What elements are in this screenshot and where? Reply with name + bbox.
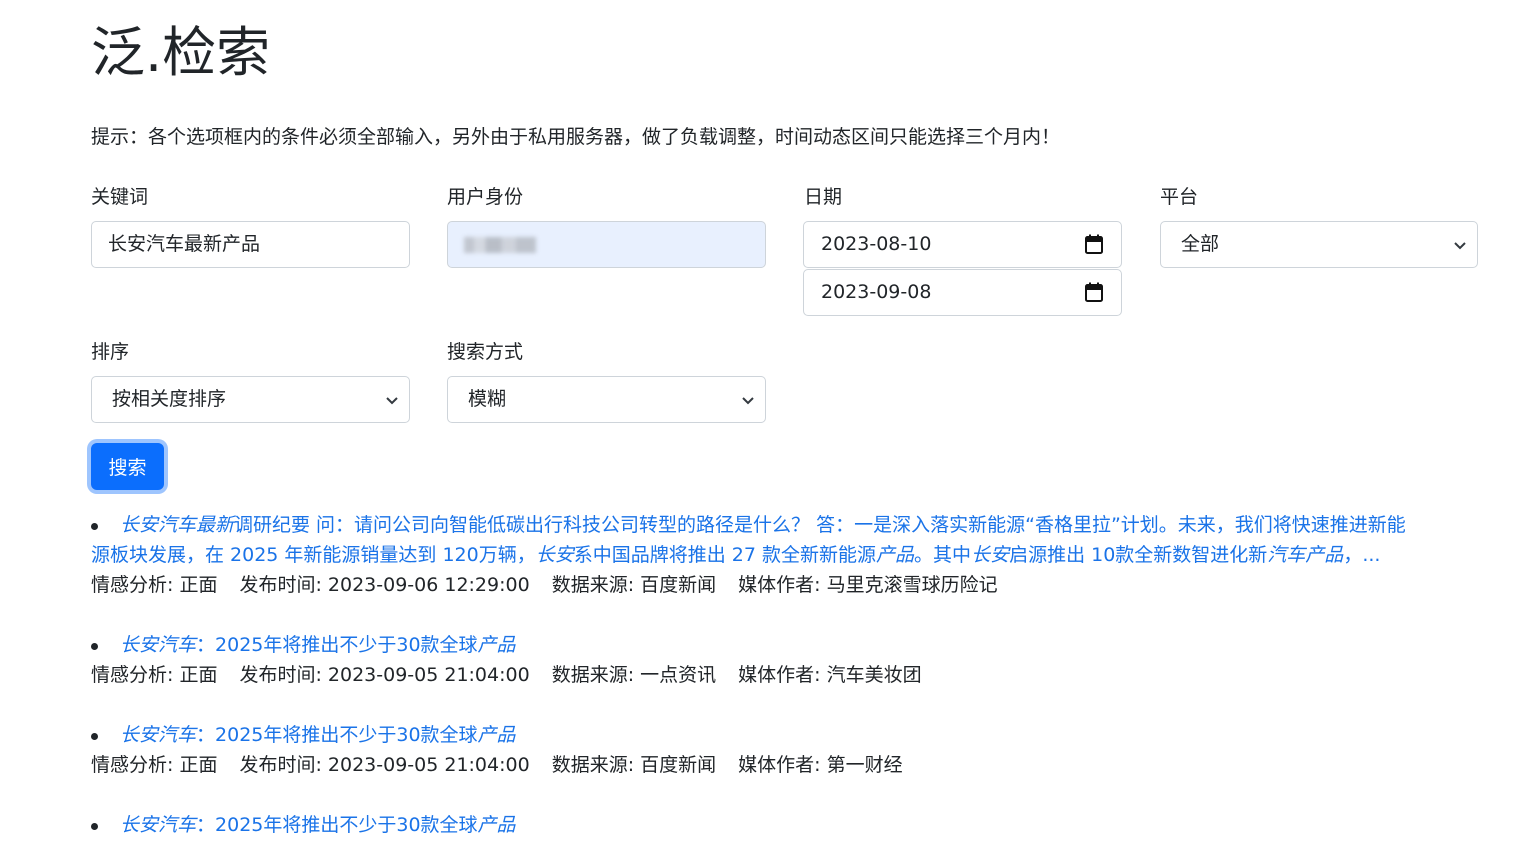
sentiment-field: 情感分析: 正面 [91, 664, 218, 686]
title-text: ：2025年将推出不少于30款全球 [196, 724, 478, 746]
title-text: 系中国品牌将推出 27 款全新新能源 [573, 544, 877, 566]
mode-label: 搜索方式 [447, 341, 524, 363]
highlight-keyword: 产品 [477, 724, 516, 746]
highlight-keyword: 长安汽车 [120, 814, 197, 836]
highlight-keyword: 产品 [477, 814, 516, 836]
sort-label: 排序 [91, 341, 130, 363]
identity-input[interactable] [447, 221, 766, 268]
result-link[interactable]: 长安汽车：2025年将推出不少于30款全球产品 [120, 724, 516, 746]
bullet-icon [91, 523, 98, 530]
highlight-keyword: 长安 [535, 544, 574, 566]
date-end-value: 2023-09-08 [821, 281, 932, 303]
result-link[interactable]: 长安汽车：2025年将推出不少于30款全球产品 [120, 634, 516, 656]
result-item: 长安汽车：2025年将推出不少于30款全球产品 [91, 810, 1481, 840]
sentiment-field: 情感分析: 正面 [91, 574, 218, 596]
highlight-keyword: 产品 [477, 634, 516, 656]
date-end-input[interactable]: 2023-09-08 [803, 269, 1122, 316]
chevron-down-icon [1454, 242, 1466, 250]
result-meta: 情感分析: 正面 发布时间: 2023-09-06 12:29:00 数据来源: 百… [91, 570, 1481, 600]
result-link[interactable]: 长安汽车最新调研纪要 问：请问公司向智能低碳出行科技公司转型的路径是什么？ 答：… [91, 514, 1406, 566]
keyword-input-value: 长安汽车最新产品 [108, 233, 261, 255]
date-label: 日期 [804, 186, 843, 208]
result-meta: 情感分析: 正面 发布时间: 2023-09-05 21:04:00 数据来源: 百… [91, 750, 1481, 780]
bullet-icon [91, 733, 98, 740]
date-start-value: 2023-08-10 [821, 233, 932, 255]
mode-select[interactable]: 模糊 [447, 376, 766, 423]
platform-label: 平台 [1160, 186, 1199, 208]
result-title-line2: 源板块发展，在 2025 年新能源销量达到 120万辆，长安系中国品牌将推出 2… [91, 544, 1380, 566]
result-title: 长安汽车：2025年将推出不少于30款全球产品 [91, 810, 1481, 840]
highlight-keyword: 长安汽车 [120, 724, 197, 746]
media-author-field: 媒体作者: 汽车美妆团 [738, 664, 922, 686]
data-source-field: 数据来源: 百度新闻 [551, 574, 717, 596]
keyword-input[interactable]: 长安汽车最新产品 [91, 221, 410, 268]
identity-redacted-value [464, 237, 536, 253]
result-item: 长安汽车：2025年将推出不少于30款全球产品情感分析: 正面 发布时间: 202… [91, 630, 1481, 720]
keyword-label: 关键词 [91, 186, 149, 208]
page-title: 泛.检索 [91, 21, 271, 84]
title-text: ，... [1343, 544, 1381, 566]
data-source-field: 数据来源: 百度新闻 [551, 754, 717, 776]
hint-text: 提示：各个选项框内的条件必须全部输入，另外由于私用服务器，做了负载调整，时间动态… [91, 126, 1061, 148]
media-author-field: 媒体作者: 马里克滚雪球历险记 [738, 574, 998, 596]
publish-time-field: 发布时间: 2023-09-05 21:04:00 [239, 754, 530, 776]
result-meta: 情感分析: 正面 发布时间: 2023-09-05 21:04:00 数据来源: 一… [91, 660, 1481, 690]
title-text: 调研纪要 问：请问公司向智能低碳出行科技公司转型的路径是什么？ 答：一是深入落实… [234, 514, 1406, 536]
result-title: 长安汽车最新调研纪要 问：请问公司向智能低碳出行科技公司转型的路径是什么？ 答：… [91, 510, 1481, 570]
highlight-keyword: 长安汽车最新 [120, 514, 235, 536]
data-source-field: 数据来源: 一点资讯 [551, 664, 717, 686]
result-title: 长安汽车：2025年将推出不少于30款全球产品 [91, 720, 1481, 750]
bullet-icon [91, 823, 98, 830]
result-item: 长安汽车：2025年将推出不少于30款全球产品情感分析: 正面 发布时间: 202… [91, 720, 1481, 810]
highlight-keyword: 产品 [876, 544, 915, 566]
calendar-icon[interactable] [1085, 282, 1103, 302]
publish-time-field: 发布时间: 2023-09-05 21:04:00 [239, 664, 530, 686]
title-text: ：2025年将推出不少于30款全球 [196, 814, 478, 836]
identity-label: 用户身份 [447, 186, 524, 208]
calendar-icon[interactable] [1085, 234, 1103, 254]
sort-select[interactable]: 按相关度排序 [91, 376, 410, 423]
results-list: 长安汽车最新调研纪要 问：请问公司向智能低碳出行科技公司转型的路径是什么？ 答：… [91, 510, 1481, 840]
platform-selected: 全部 [1181, 233, 1220, 255]
title-text: 源板块发展，在 2025 年新能源销量达到 120万辆， [91, 544, 536, 566]
sentiment-field: 情感分析: 正面 [91, 754, 218, 776]
result-title: 长安汽车：2025年将推出不少于30款全球产品 [91, 630, 1481, 660]
date-start-input[interactable]: 2023-08-10 [803, 221, 1122, 268]
search-button[interactable]: 搜索 [91, 443, 164, 490]
sort-selected: 按相关度排序 [112, 388, 227, 410]
title-text: 。其中 [914, 544, 972, 566]
result-item: 长安汽车最新调研纪要 问：请问公司向智能低碳出行科技公司转型的路径是什么？ 答：… [91, 510, 1481, 630]
title-text: ：2025年将推出不少于30款全球 [196, 634, 478, 656]
title-text: 启源推出 10款全新数智进化新 [1009, 544, 1268, 566]
bullet-icon [91, 643, 98, 650]
publish-time-field: 发布时间: 2023-09-06 12:29:00 [239, 574, 530, 596]
highlight-keyword: 汽车产品 [1267, 544, 1344, 566]
platform-select[interactable]: 全部 [1160, 221, 1478, 268]
mode-selected: 模糊 [468, 388, 507, 410]
media-author-field: 媒体作者: 第一财经 [738, 754, 903, 776]
chevron-down-icon [386, 397, 398, 405]
chevron-down-icon [742, 397, 754, 405]
highlight-keyword: 长安汽车 [120, 634, 197, 656]
result-link[interactable]: 长安汽车：2025年将推出不少于30款全球产品 [120, 814, 516, 836]
highlight-keyword: 长安 [971, 544, 1010, 566]
